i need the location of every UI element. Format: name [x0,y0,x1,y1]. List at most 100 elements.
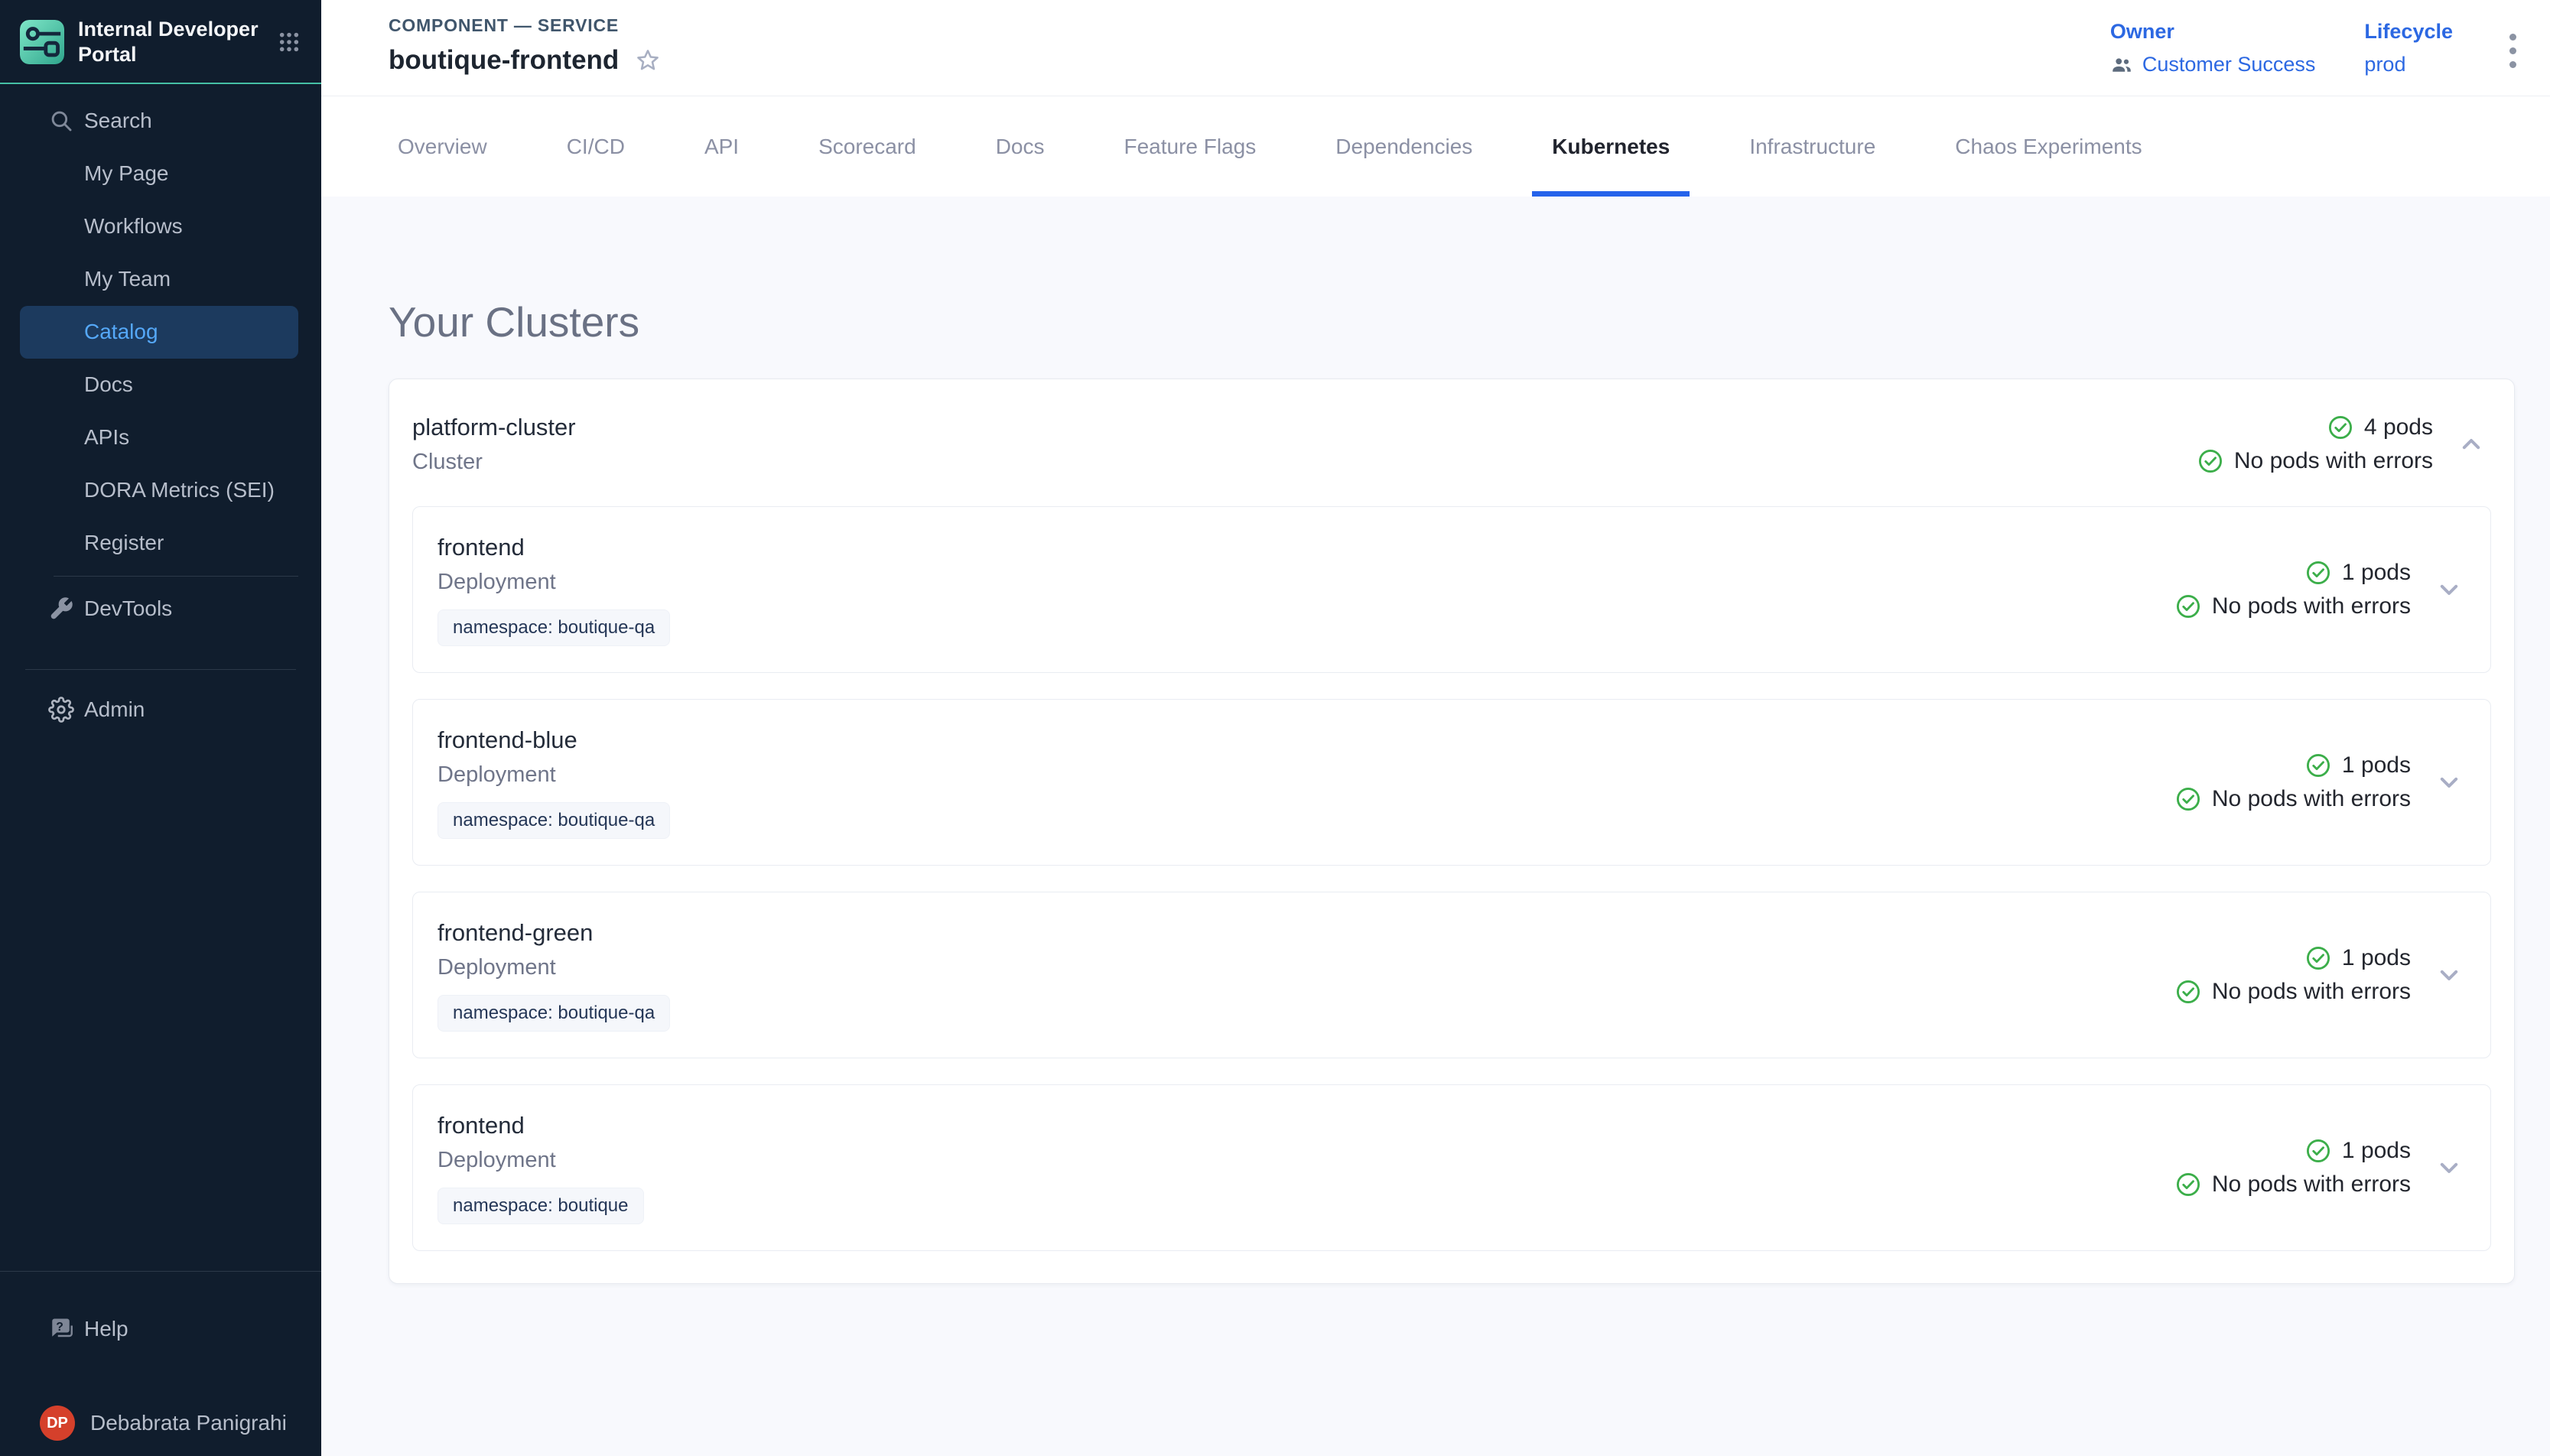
lifecycle-label: Lifecycle [2364,20,2453,44]
page-heading: Your Clusters [389,297,2515,346]
owner-block: Owner Customer Success [2110,20,2316,96]
wrench-icon [48,596,84,622]
app-window: Internal Developer Portal Search My Page [0,0,2550,1456]
avatar: DP [40,1406,75,1441]
portal-logo-icon [20,20,64,64]
tab-label: API [704,135,739,159]
check-circle-icon [2175,1172,2201,1198]
cluster-kind: Cluster [412,448,576,476]
sidebar-item-devtools[interactable]: DevTools [0,583,321,635]
sidebar-item-apis[interactable]: APIs [0,411,321,464]
check-circle-icon [2327,414,2353,440]
users-icon [2110,54,2133,76]
gear-icon [48,697,84,723]
sidebar-item-register[interactable]: Register [0,517,321,570]
tab-api[interactable]: API [665,96,779,197]
cluster-header-row[interactable]: platform-cluster Cluster 4 pods No pods … [389,379,2514,506]
workload-row[interactable]: frontend Deployment namespace: boutique-… [412,506,2491,673]
page-title: boutique-frontend [389,45,619,76]
chevron-down-icon[interactable] [2434,574,2464,605]
sidebar-item-help[interactable]: ? Help [0,1302,321,1355]
workload-name: frontend-blue [437,726,2175,755]
check-circle-icon [2197,448,2223,474]
sidebar-item-workflows[interactable]: Workflows [0,200,321,253]
sidebar-item-label: Docs [84,372,133,397]
sidebar-brand: Internal Developer Portal [0,0,321,84]
sidebar-item-label: Workflows [84,214,183,239]
check-circle-icon [2305,1138,2331,1164]
tab-label: Chaos Experiments [1955,135,2142,159]
favorite-star-icon[interactable] [634,47,662,74]
workload-name: frontend [437,1111,2175,1140]
sidebar-item-label: APIs [84,425,129,450]
chevron-down-icon[interactable] [2434,960,2464,990]
workload-errors-status: No pods with errors [2212,1172,2411,1198]
apps-grid-icon[interactable] [277,30,301,54]
cluster-name: platform-cluster [412,413,576,442]
cluster-errors-status: No pods with errors [2234,448,2433,474]
tab-label: Overview [398,135,487,159]
workload-row[interactable]: frontend Deployment namespace: boutique … [412,1084,2491,1251]
sidebar-item-label: Help [84,1317,128,1341]
sidebar-item-dora-metrics[interactable]: DORA Metrics (SEI) [0,464,321,517]
workload-errors-status: No pods with errors [2212,786,2411,812]
sidebar-item-label: DevTools [84,596,172,621]
tab-overview[interactable]: Overview [358,96,527,197]
tab-infrastructure[interactable]: Infrastructure [1709,96,1915,197]
chevron-up-icon[interactable] [2456,429,2487,460]
workload-pods-count: 1 pods [2342,1138,2411,1164]
sidebar-item-docs[interactable]: Docs [0,359,321,411]
tab-chaos-experiments[interactable]: Chaos Experiments [1915,96,2181,197]
sidebar-item-label: Register [84,531,164,555]
check-circle-icon [2175,786,2201,812]
search-icon [48,108,84,134]
sidebar-item-my-page[interactable]: My Page [0,148,321,200]
workload-errors-status: No pods with errors [2212,979,2411,1005]
tab-kubernetes[interactable]: Kubernetes [1512,96,1709,197]
tab-label: Kubernetes [1552,135,1670,159]
sidebar-item-catalog[interactable]: Catalog [20,306,298,359]
tab-docs[interactable]: Docs [956,96,1085,197]
tab-feature-flags[interactable]: Feature Flags [1085,96,1296,197]
sidebar-nav: Search My Page Workflows My Team Catalog… [0,84,321,736]
sidebar-item-search[interactable]: Search [0,95,321,148]
check-circle-icon [2305,752,2331,778]
tab-label: Feature Flags [1124,135,1257,159]
tab-dependencies[interactable]: Dependencies [1296,96,1512,197]
tab-label: Scorecard [818,135,916,159]
tab-label: Dependencies [1335,135,1472,159]
owner-link[interactable]: Customer Success [2142,53,2316,76]
workload-row[interactable]: frontend-blue Deployment namespace: bout… [412,699,2491,866]
sidebar-item-my-team[interactable]: My Team [0,253,321,306]
namespace-chip: namespace: boutique [437,1188,644,1224]
main-area: COMPONENT — SERVICE boutique-frontend Ow… [321,0,2550,1456]
brand-title: Internal Developer Portal [78,17,271,67]
workload-pods-count: 1 pods [2342,945,2411,971]
entity-header: COMPONENT — SERVICE boutique-frontend Ow… [321,0,2550,96]
chevron-down-icon[interactable] [2434,1152,2464,1183]
more-options-kebab-icon[interactable] [2509,34,2516,96]
tab-scorecard[interactable]: Scorecard [779,96,956,197]
breadcrumb: COMPONENT — SERVICE [389,15,662,36]
workload-row[interactable]: frontend-green Deployment namespace: bou… [412,892,2491,1058]
workload-name: frontend-green [437,918,2175,947]
tab-label: Docs [996,135,1045,159]
workload-errors-status: No pods with errors [2212,593,2411,619]
svg-text:?: ? [56,1321,63,1334]
chevron-down-icon[interactable] [2434,767,2464,798]
sidebar-item-admin[interactable]: Admin [0,684,321,736]
check-circle-icon [2305,560,2331,586]
namespace-chip: namespace: boutique-qa [437,609,670,646]
user-menu[interactable]: DP Debabrata Panigrahi [0,1406,321,1441]
namespace-chip: namespace: boutique-qa [437,802,670,839]
kubernetes-content: Your Clusters platform-cluster Cluster 4… [321,197,2550,1456]
check-circle-icon [2305,945,2331,971]
workload-pods-count: 1 pods [2342,560,2411,586]
tab-cicd[interactable]: CI/CD [527,96,665,197]
sidebar-item-label: My Team [84,267,171,291]
sidebar-item-label: DORA Metrics (SEI) [84,478,275,502]
user-name: Debabrata Panigrahi [90,1411,287,1435]
workload-pods-count: 1 pods [2342,752,2411,778]
owner-label: Owner [2110,20,2316,44]
cluster-pods-count: 4 pods [2364,414,2433,440]
